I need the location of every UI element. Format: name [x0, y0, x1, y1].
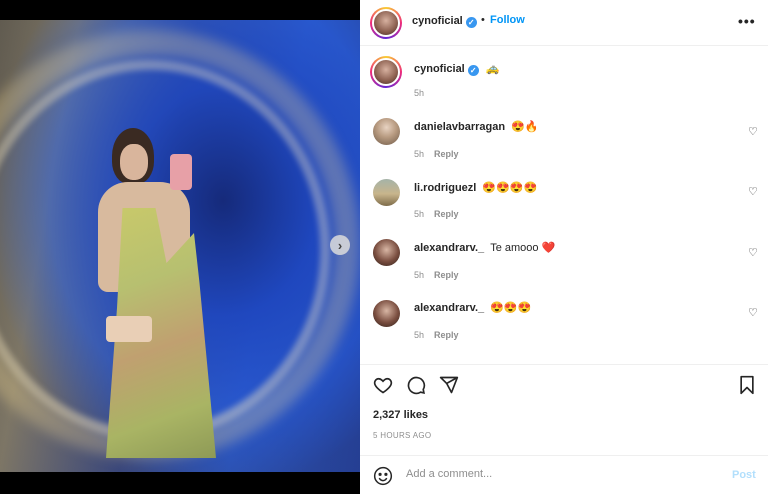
- chevron-right-icon: ›: [337, 237, 343, 253]
- like-count[interactable]: 2,327 likes: [373, 409, 428, 421]
- photo-subject: [90, 120, 230, 458]
- comment-text: 😍😍😍😍: [482, 182, 538, 194]
- media-pane: ›: [0, 0, 360, 494]
- caption-timestamp: 5h: [414, 88, 425, 98]
- comment-text: 😍😍😍: [490, 302, 532, 314]
- comment-body: danielavbarragan 😍🔥: [414, 120, 539, 133]
- comment-username[interactable]: li.rodriguezl: [414, 182, 476, 194]
- reply-button[interactable]: Reply: [434, 330, 459, 340]
- like-button[interactable]: [372, 374, 394, 396]
- share-button[interactable]: [438, 374, 460, 396]
- reply-button[interactable]: Reply: [434, 209, 459, 219]
- save-button[interactable]: [736, 374, 758, 396]
- separator-dot: •: [481, 14, 485, 26]
- subject-face: [120, 144, 148, 180]
- more-options-icon[interactable]: •••: [738, 13, 756, 29]
- follow-button[interactable]: Follow: [490, 14, 525, 26]
- next-image-button[interactable]: ›: [330, 235, 350, 255]
- paper-plane-icon: [439, 376, 459, 394]
- like-comment-heart-icon[interactable]: ♡: [748, 125, 758, 138]
- post-photo[interactable]: [0, 20, 360, 472]
- subject-phone: [170, 154, 192, 190]
- author-username[interactable]: cynoficial ✓: [412, 15, 477, 28]
- emoji-picker-button[interactable]: [372, 465, 394, 487]
- heart-icon: [373, 377, 393, 394]
- comment-composer: Post: [360, 455, 768, 494]
- comment-timestamp: 5h: [414, 209, 425, 219]
- post-time: 5 HOURS AGO: [373, 431, 432, 440]
- comment-username[interactable]: alexandrarv._: [414, 242, 484, 254]
- reply-button[interactable]: Reply: [434, 149, 459, 159]
- smiley-icon: [373, 466, 393, 486]
- comment-timestamp: 5h: [414, 330, 425, 340]
- commenter-avatar[interactable]: [373, 179, 400, 206]
- comment-body: li.rodriguezl 😍😍😍😍: [414, 181, 537, 194]
- caption-author-username[interactable]: cynoficial ✓ 🚕: [414, 62, 500, 76]
- caption-username-text: cynoficial: [414, 63, 465, 75]
- post-actions: 2,327 likes 5 HOURS AGO Post: [360, 364, 768, 494]
- comment-timestamp: 5h: [414, 270, 425, 280]
- post-header: cynoficial ✓ • Follow •••: [360, 0, 768, 46]
- like-comment-heart-icon[interactable]: ♡: [748, 185, 758, 198]
- comment-username[interactable]: danielavbarragan: [414, 121, 505, 133]
- author-avatar-image: [372, 9, 400, 37]
- like-comment-heart-icon[interactable]: ♡: [748, 246, 758, 259]
- comment-text: 😍🔥: [511, 121, 539, 133]
- post-comment-button[interactable]: Post: [732, 469, 756, 481]
- commenter-avatar[interactable]: [373, 118, 400, 145]
- caption-author-avatar-image: [372, 58, 400, 86]
- author-username-text: cynoficial: [412, 15, 463, 27]
- caption-text: 🚕: [485, 63, 500, 75]
- verified-badge-icon: ✓: [467, 65, 479, 76]
- comment-body: alexandrarv._ Te amooo ❤️: [414, 241, 555, 254]
- caption-author-avatar[interactable]: [370, 56, 402, 88]
- comment-text: Te amooo ❤️: [490, 242, 556, 254]
- post-modal: › cynoficial ✓ • Follow ••• cynoficial ✓ 🚕…: [0, 0, 768, 494]
- commenter-avatar[interactable]: [373, 300, 400, 327]
- comment-timestamp: 5h: [414, 149, 425, 159]
- media-top-bar: [0, 0, 360, 20]
- verified-badge-icon: ✓: [465, 17, 477, 28]
- reply-button[interactable]: Reply: [434, 270, 459, 280]
- post-details-panel: cynoficial ✓ • Follow ••• cynoficial ✓ 🚕 5…: [360, 0, 768, 494]
- author-avatar[interactable]: [370, 7, 402, 39]
- comment-icon: [407, 376, 426, 395]
- commenter-avatar[interactable]: [373, 239, 400, 266]
- comment-button[interactable]: [405, 374, 427, 396]
- bookmark-icon: [740, 375, 754, 395]
- like-comment-heart-icon[interactable]: ♡: [748, 306, 758, 319]
- comment-username[interactable]: alexandrarv._: [414, 302, 484, 314]
- comment-input[interactable]: [406, 468, 706, 480]
- comment-body: alexandrarv._ 😍😍😍: [414, 301, 531, 314]
- subject-clutch: [106, 316, 152, 342]
